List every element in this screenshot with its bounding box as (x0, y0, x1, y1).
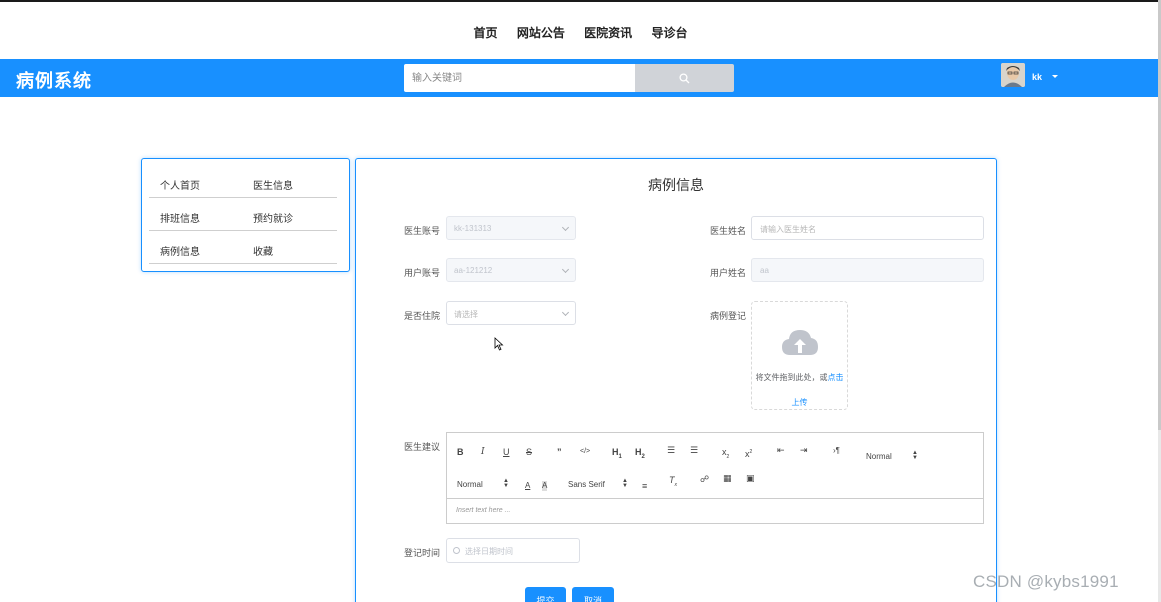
chevron-down-icon (561, 308, 570, 317)
sidebar-item-schedule-info[interactable]: 排班信息 (160, 210, 200, 225)
page-title: 病例信息 (648, 177, 704, 193)
nav-announcements[interactable]: 网站公告 (517, 24, 565, 41)
header-select[interactable]: Normal ▲ ▼ (866, 450, 918, 461)
video-icon[interactable]: ▣ (746, 473, 755, 483)
user-account-label: 用户账号 (404, 268, 441, 278)
align-icon[interactable]: ≡ (642, 481, 647, 491)
mouse-cursor-icon (494, 337, 504, 351)
user-name-label: 用户姓名 (710, 268, 747, 278)
code-icon[interactable]: </> (580, 447, 590, 457)
header-bar: 病例系统 kk (0, 59, 1158, 97)
underline-icon[interactable]: U (503, 447, 510, 457)
sidebar-row: 个人首页 医生信息 (149, 165, 337, 198)
clear-format-icon[interactable]: Tx (669, 475, 677, 490)
case-upload-dropzone[interactable]: 将文件拖到此处，或点击 上传 (751, 301, 848, 410)
upload-link[interactable]: 上传 (752, 397, 847, 408)
hospitalized-placeholder: 请选择 (454, 310, 478, 319)
sidebar-item-appointment[interactable]: 预约就诊 (253, 210, 293, 225)
sidebar-item-favorites[interactable]: 收藏 (253, 243, 273, 258)
cloud-upload-icon (782, 330, 818, 355)
nav-guide-desk[interactable]: 导诊台 (652, 24, 688, 41)
case-register-label: 病例登记 (710, 311, 747, 321)
select-arrows-icon: ▲ ▼ (912, 450, 918, 461)
top-navigation: 首页 网站公告 医院资讯 导诊台 (0, 24, 1161, 41)
chevron-down-icon[interactable] (1052, 75, 1058, 78)
doctor-advice-label: 医生建议 (404, 442, 441, 452)
superscript-icon[interactable]: x2 (745, 447, 752, 459)
chevron-down-icon (561, 223, 570, 232)
select-arrows-icon: ▲ ▼ (503, 478, 509, 489)
editor-content-area[interactable]: Insert text here ... (456, 507, 510, 514)
heading2-icon[interactable]: H2 (635, 447, 645, 462)
bold-icon[interactable]: B (457, 447, 464, 457)
search-input[interactable] (404, 64, 635, 92)
window-top-border (0, 0, 1161, 2)
user-avatar-icon (1001, 63, 1025, 87)
link-icon[interactable]: ☍ (700, 474, 709, 484)
rich-text-editor: B I U S ” </> H1 H2 ☰ ☰ x2 x2 ⇤ ⇥ ›¶ Nor… (446, 432, 984, 524)
doctor-name-field[interactable]: 请输入医生姓名 (751, 216, 984, 240)
bullet-list-icon[interactable]: ☰ (690, 445, 698, 455)
chevron-down-icon (561, 265, 570, 274)
user-name-field[interactable]: aa (751, 258, 984, 282)
doctor-account-label: 医生账号 (404, 226, 441, 236)
font-select-value: Sans Serif (568, 480, 605, 489)
sidebar-menu: 个人首页 医生信息 排班信息 预约就诊 病例信息 收藏 (141, 158, 350, 272)
font-select[interactable]: Sans Serif ▲ ▼ (568, 478, 628, 489)
clock-icon (453, 547, 460, 554)
image-icon[interactable]: ▦ (723, 473, 732, 483)
search-button[interactable] (635, 64, 734, 92)
user-name[interactable]: kk (1032, 72, 1042, 82)
register-time-label: 登记时间 (404, 548, 441, 558)
doctor-name-label: 医生姓名 (710, 226, 747, 236)
background-color-icon[interactable]: A (542, 481, 548, 491)
italic-icon[interactable]: I (481, 447, 485, 457)
subscript-icon[interactable]: x2 (722, 447, 729, 462)
register-time-picker[interactable]: 选择日期时间 (446, 538, 580, 563)
doctor-account-select[interactable]: kk-131313 (446, 216, 576, 240)
size-select-value: Normal (457, 480, 483, 489)
indent-icon[interactable]: ⇥ (800, 445, 808, 455)
user-account-value: aa-121212 (454, 266, 493, 275)
doctor-account-value: kk-131313 (454, 224, 492, 233)
hospitalized-label: 是否住院 (404, 311, 441, 321)
doctor-name-placeholder: 请输入医生姓名 (760, 225, 816, 234)
size-select[interactable]: Normal ▲ ▼ (457, 478, 509, 489)
heading1-icon[interactable]: H1 (612, 447, 622, 462)
sidebar-row: 病例信息 收藏 (149, 231, 337, 264)
site-logo[interactable]: 病例系统 (16, 67, 92, 93)
submit-button[interactable]: 提交 (525, 587, 566, 602)
sidebar-row: 排班信息 预约就诊 (149, 198, 337, 231)
text-direction-icon[interactable]: ›¶ (833, 446, 840, 456)
user-account-select[interactable]: aa-121212 (446, 258, 576, 282)
upload-click-link[interactable]: 点击 (828, 373, 844, 382)
font-color-icon[interactable]: A (525, 481, 530, 491)
user-name-value: aa (760, 266, 769, 275)
hospitalized-select[interactable]: 请选择 (446, 301, 576, 325)
upload-hint: 将文件拖到此处，或点击 (755, 373, 844, 382)
sidebar-item-case-info[interactable]: 病例信息 (160, 243, 200, 258)
register-time-placeholder: 选择日期时间 (465, 547, 513, 556)
case-form-panel: 病例信息 医生账号 kk-131313 医生姓名 请输入医生姓名 用户账号 aa… (355, 158, 997, 602)
avatar[interactable] (1001, 63, 1025, 87)
outdent-icon[interactable]: ⇤ (777, 445, 785, 455)
strike-icon[interactable]: S (526, 447, 532, 457)
search-icon (679, 72, 690, 83)
nav-home[interactable]: 首页 (473, 24, 497, 41)
header-select-value: Normal (866, 452, 892, 461)
nav-hospital-news[interactable]: 医院资讯 (584, 24, 632, 41)
blockquote-icon[interactable]: ” (557, 447, 562, 457)
editor-toolbar: B I U S ” </> H1 H2 ☰ ☰ x2 x2 ⇤ ⇥ ›¶ Nor… (447, 433, 983, 499)
watermark: CSDN @kybs1991 (973, 572, 1119, 591)
ordered-list-icon[interactable]: ☰ (667, 445, 675, 455)
cancel-button[interactable]: 取消 (572, 587, 614, 602)
sidebar-item-doctor-info[interactable]: 医生信息 (253, 177, 293, 192)
select-arrows-icon: ▲ ▼ (622, 478, 628, 489)
sidebar-item-personal-home[interactable]: 个人首页 (160, 177, 200, 192)
